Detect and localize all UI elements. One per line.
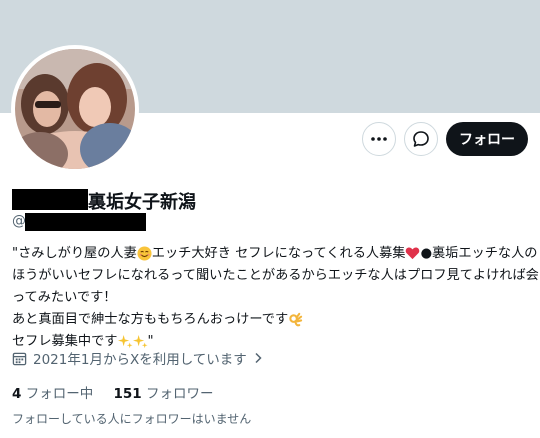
sparkles-icon [132, 334, 148, 348]
bio-line-4: あと真面目で紳士な方ももちろんおっけーです [12, 309, 532, 331]
avatar-photo [15, 49, 135, 169]
follow-button[interactable]: フォロー [446, 122, 528, 156]
bio-line-2: ほうがいいセフレになれるって聞いたことがあるからエッチな人はプロフ見てよければ会 [12, 268, 539, 283]
following-label: フォロー中 [25, 386, 94, 402]
follow-stats: 4 フォロー中 151 フォロワー [12, 382, 229, 402]
joined-text: 2021年1月からXを利用しています [33, 352, 247, 368]
ok-hand-icon [289, 312, 303, 326]
more-button[interactable] [362, 122, 396, 156]
handle-prefix: @ [12, 213, 26, 229]
chevron-right-icon [255, 352, 262, 364]
message-button[interactable] [404, 122, 438, 156]
heart-icon [406, 247, 420, 260]
following-count: 4 [12, 386, 22, 402]
profile-avatar[interactable] [11, 45, 139, 173]
message-icon [413, 131, 429, 147]
redacted-handle-block [25, 213, 146, 231]
followers-label: フォロワー [145, 386, 214, 402]
display-name: 裏垢女子新潟 [88, 192, 196, 213]
bio-line-3: ってみたいです！ [12, 290, 117, 305]
bio-line-1: "さみしがり屋の人妻 エッチ大好き セフレになってくれる人募集 ●裏垢エッチな人の [12, 245, 538, 261]
followers-link[interactable]: 151 フォロワー [114, 382, 214, 402]
profile-bio: "さみしがり屋の人妻 エッチ大好き セフレになってくれる人募集 ●裏垢エッチな人の … [12, 243, 539, 353]
smiling-face-icon [137, 245, 152, 261]
sparkles-icon [117, 334, 133, 348]
redacted-name-block [12, 189, 88, 210]
following-link[interactable]: 4 フォロー中 [12, 382, 93, 402]
followers-you-know[interactable]: フォローしている人にフォロワーはいません [12, 410, 251, 427]
joined-date[interactable]: 2021年1月からXを利用しています [12, 348, 263, 368]
more-icon [371, 137, 387, 141]
followers-count: 151 [113, 386, 142, 402]
calendar-icon [12, 352, 27, 365]
